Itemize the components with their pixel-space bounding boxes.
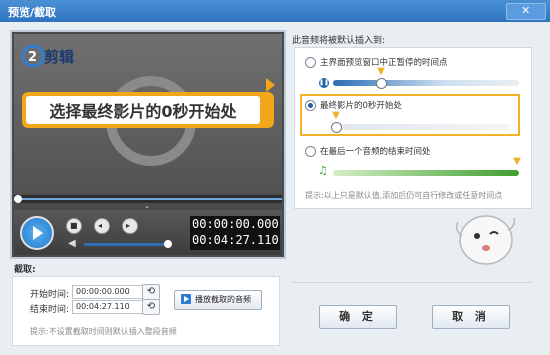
crop-section-label: 截取: [14, 265, 36, 275]
play-cropped-audio-button[interactable]: 播放截取的音频 [174, 290, 262, 310]
play-cropped-label: 播放截取的音频 [195, 295, 251, 304]
volume-slider[interactable] [84, 243, 168, 246]
app-logo: 2 剪辑 [22, 44, 74, 68]
video-preview: 2 剪辑 选择最终影片的0秒开始处 [14, 34, 282, 194]
ok-button[interactable]: 确 定 [319, 305, 397, 329]
mascot-illustration [455, 215, 516, 265]
chevron-down-icon[interactable]: ⌄ [140, 203, 154, 210]
stop-button[interactable]: ■ [66, 218, 82, 234]
close-button[interactable] [506, 3, 546, 20]
title-bar: 预览/截取 [0, 0, 550, 22]
time-display: 00:00:00.000 00:04:27.110 [190, 216, 280, 250]
end-time-field[interactable]: 00:04:27.110 [72, 300, 147, 314]
svg-text:2: 2 [28, 50, 37, 65]
paused-time-knob [376, 78, 387, 89]
start-time-label: 开始时间: [30, 290, 70, 300]
timeline-fill [14, 198, 282, 200]
arrow-down-icon: ▼ [332, 110, 340, 121]
crop-hint: 提示:不设置截取时间则默认插入整段音频 [30, 327, 177, 336]
radio-paused-time[interactable] [305, 57, 316, 68]
total-time: 00:04:27.110 [192, 233, 279, 247]
radio-film-start[interactable] [305, 100, 316, 111]
skip-forward-icon: ▸ [126, 221, 131, 230]
current-time: 00:00:00.000 [192, 217, 279, 231]
window-title: 预览/截取 [8, 6, 57, 19]
playback-controls: ■ ◂ ▸ ◀ 00:00:00.000 00:04:27.110 [14, 210, 282, 255]
next-frame-button[interactable]: ▸ [122, 218, 138, 234]
paused-time-bar [333, 80, 519, 86]
timeline-knob[interactable] [14, 195, 22, 203]
clock-icon: ⟲ [146, 301, 156, 312]
clock-icon: ⟲ [146, 286, 156, 297]
pause-icon: ❚❚ [319, 78, 330, 88]
logo-text: 剪辑 [44, 48, 74, 66]
music-note-icon: ♫ [318, 164, 328, 177]
cancel-button[interactable]: 取 消 [432, 305, 510, 329]
film-start-knob [331, 122, 342, 133]
set-start-time-button[interactable]: ⟲ [142, 284, 160, 300]
option-last-audio-end-label: 在最后一个音频的结束时间处 [320, 147, 431, 157]
banner-pointer-arrow [266, 78, 275, 92]
radio-last-audio-end[interactable] [305, 146, 316, 157]
last-audio-bar [333, 170, 519, 176]
volume-icon[interactable]: ◀ [68, 238, 76, 249]
insert-position-title: 此音频将被默认插入到: [292, 36, 386, 46]
prev-frame-button[interactable]: ◂ [94, 218, 110, 234]
preview-panel: 2 剪辑 选择最终影片的0秒开始处 ⌄ ■ ◂ ▸ ◀ 00:00:00.000… [10, 30, 286, 259]
skip-back-icon: ◂ [98, 221, 103, 230]
stop-icon: ■ [70, 221, 78, 230]
volume-knob[interactable] [164, 240, 172, 248]
end-time-label: 结束时间: [30, 305, 70, 315]
divider [292, 282, 532, 283]
arrow-down-icon: ▼ [377, 66, 385, 77]
play-icon [181, 294, 191, 304]
banner-text: 选择最终影片的0秒开始处 [26, 96, 260, 124]
arrow-down-icon: ▼ [513, 156, 521, 167]
start-time-field[interactable]: 00:00:00.000 [72, 285, 147, 299]
insert-hint: 提示:以上只是默认值,添加后仍可自行修改或任意时间点 [305, 191, 503, 200]
play-button[interactable] [20, 216, 54, 250]
set-end-time-button[interactable]: ⟲ [142, 299, 160, 315]
film-start-bar [333, 124, 511, 130]
start-hint-banner: 选择最终影片的0秒开始处 [22, 92, 274, 128]
